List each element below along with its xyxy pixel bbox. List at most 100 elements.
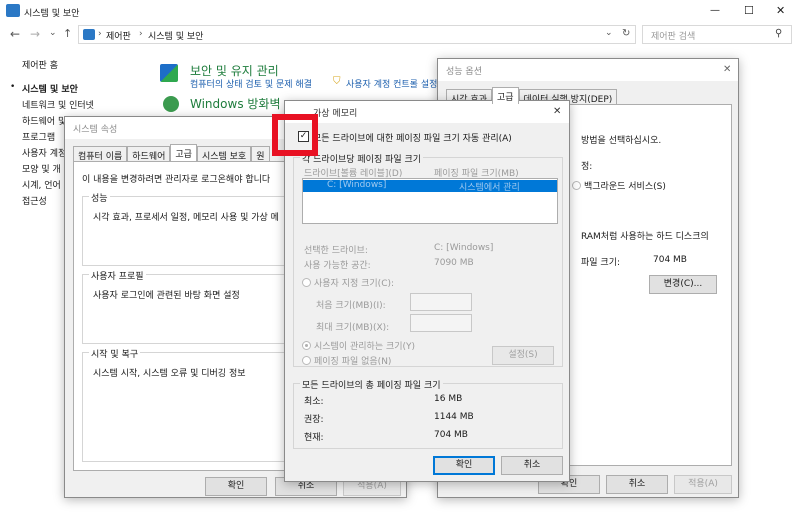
uac-shield-icon: ⛉ bbox=[333, 76, 341, 87]
close-button[interactable]: ✕ bbox=[776, 4, 785, 17]
search-icon: ⚲ bbox=[775, 28, 783, 39]
maximize-button[interactable]: ☐ bbox=[744, 4, 754, 17]
virtual-memory-desc: RAM처럼 사용하는 하드 디스크의 bbox=[581, 232, 709, 242]
background-services-radio-icon[interactable] bbox=[572, 181, 581, 190]
initial-size-label: 처음 크기(MB)(I): bbox=[316, 301, 386, 311]
tab-hardware[interactable]: 하드웨어 bbox=[127, 146, 171, 162]
forward-arrow-icon[interactable]: → bbox=[30, 27, 40, 41]
breadcrumb-separator-icon: › bbox=[139, 29, 143, 39]
paging-size-label: 파일 크기: bbox=[581, 258, 621, 268]
tab-perf-advanced[interactable]: 고급 bbox=[491, 87, 519, 104]
performance-options-cancel-button[interactable]: 취소 bbox=[606, 475, 668, 494]
security-flag-icon bbox=[160, 64, 178, 82]
uac-settings-link[interactable]: 사용자 계정 컨트롤 설정 bbox=[346, 77, 437, 90]
refresh-icon[interactable]: ↻ bbox=[622, 28, 630, 39]
sidebar-item-network[interactable]: 네트워크 및 인터넷 bbox=[22, 98, 94, 111]
total-paging-group: 모든 드라이브의 총 페이징 파일 크기 최소: 16 MB 권장: 1144 … bbox=[293, 378, 563, 449]
firewall-globe-icon bbox=[163, 96, 179, 112]
background-services-label: 백그라운드 서비스(S) bbox=[584, 182, 666, 192]
custom-size-radio[interactable]: 사용자 지정 크기(C): bbox=[302, 276, 394, 289]
scheduling-label: 정: bbox=[581, 162, 593, 172]
system-managed-radio[interactable]: 시스템이 관리하는 크기(Y) bbox=[302, 339, 415, 352]
performance-options-title: 성능 옵션 bbox=[446, 67, 482, 77]
sidebar-item-accessibility[interactable]: 접근성 bbox=[22, 194, 47, 207]
set-button[interactable]: 설정(S) bbox=[492, 346, 554, 365]
security-review-link[interactable]: 컴퓨터의 상태 검토 및 문제 해결 bbox=[190, 77, 312, 90]
no-paging-radio[interactable]: 페이징 파일 없음(N) bbox=[302, 354, 391, 367]
available-space-value: 7090 MB bbox=[434, 258, 474, 268]
sidebar-item-hardware[interactable]: 하드웨어 및 bbox=[22, 114, 66, 127]
initial-size-input[interactable] bbox=[410, 293, 472, 311]
no-paging-radio-icon[interactable] bbox=[302, 356, 311, 365]
change-button[interactable]: 변경(C)... bbox=[649, 275, 717, 294]
drive-row-name: C: [Windows] bbox=[327, 180, 387, 190]
system-managed-radio-icon[interactable] bbox=[302, 341, 311, 350]
sidebar-item-appearance[interactable]: 모양 및 개 bbox=[22, 162, 61, 175]
search-box[interactable]: 제어판 검색 ⚲ bbox=[642, 25, 792, 44]
minimize-button[interactable]: — bbox=[710, 5, 720, 16]
address-panel-icon bbox=[83, 29, 95, 40]
search-input[interactable]: 제어판 검색 bbox=[651, 29, 695, 42]
sidebar-current-bullet-icon: • bbox=[10, 82, 16, 92]
performance-label: 성능 bbox=[89, 191, 110, 204]
address-dropdown-icon[interactable]: ⌄ bbox=[605, 28, 613, 38]
tab-remote[interactable]: 원 bbox=[251, 146, 270, 162]
per-drive-label: 각 드라이브당 페이징 파일 크기 bbox=[300, 152, 424, 165]
sidebar-item-programs[interactable]: 프로그램 bbox=[22, 130, 55, 143]
up-arrow-icon[interactable]: ↑ bbox=[63, 27, 72, 40]
available-space-label: 사용 가능한 공간: bbox=[304, 261, 371, 271]
performance-desc: 시각 효과, 프로세서 일정, 메모리 사용 및 가상 메 bbox=[93, 213, 279, 223]
breadcrumb-control-panel[interactable]: 제어판 bbox=[106, 29, 131, 42]
window-title: 시스템 및 보안 bbox=[24, 9, 80, 19]
minimum-value: 16 MB bbox=[434, 394, 463, 404]
paging-size-value: 704 MB bbox=[653, 255, 687, 265]
address-box[interactable]: › 제어판 › 시스템 및 보안 ⌄ ↻ bbox=[78, 25, 636, 44]
virtual-memory-cancel-button[interactable]: 취소 bbox=[501, 456, 563, 475]
sidebar-item-home[interactable]: 제어판 홈 bbox=[22, 58, 58, 71]
control-panel-icon bbox=[6, 4, 20, 17]
virtual-memory-close-icon[interactable]: ✕ bbox=[553, 106, 561, 117]
performance-options-apply-button[interactable]: 적용(A) bbox=[674, 475, 732, 494]
custom-size-label: 사용자 지정 크기(C): bbox=[314, 279, 395, 289]
sidebar-item-clock-language[interactable]: 시계, 언어 bbox=[22, 178, 61, 191]
user-profile-desc: 사용자 로그인에 관련된 바탕 화면 설정 bbox=[93, 291, 240, 301]
startup-recovery-label: 시작 및 복구 bbox=[89, 347, 141, 360]
system-properties-ok-button[interactable]: 확인 bbox=[205, 477, 267, 496]
current-label: 현재: bbox=[304, 433, 324, 443]
minimum-label: 최소: bbox=[304, 397, 324, 407]
tab-computer-name[interactable]: 컴퓨터 이름 bbox=[73, 146, 128, 162]
current-value: 704 MB bbox=[434, 430, 468, 440]
tab-system-protection[interactable]: 시스템 보호 bbox=[196, 146, 252, 162]
virtual-memory-ok-button[interactable]: 확인 bbox=[433, 456, 495, 475]
total-paging-label: 모든 드라이브의 총 페이징 파일 크기 bbox=[300, 378, 443, 391]
firewall-title[interactable]: Windows 방화벽 bbox=[190, 95, 281, 112]
recommended-label: 권장: bbox=[304, 415, 324, 425]
recent-chevron-icon[interactable]: ⌄ bbox=[49, 28, 57, 38]
navigation-bar: ← → ⌄ ↑ › 제어판 › 시스템 및 보안 ⌄ ↻ 제어판 검색 ⚲ bbox=[0, 24, 800, 46]
drive-list[interactable]: C: [Windows] 시스템에서 관리 bbox=[302, 178, 558, 224]
performance-options-close-icon[interactable]: ✕ bbox=[723, 64, 731, 75]
scheduling-desc: 방법을 선택하십시오. bbox=[581, 136, 662, 146]
per-drive-group: 각 드라이브당 페이징 파일 크기 드라이브[볼륨 레이블](D) 페이징 파일… bbox=[293, 152, 563, 367]
sidebar-item-system-security[interactable]: 시스템 및 보안 bbox=[22, 82, 78, 95]
drive-row-size: 시스템에서 관리 bbox=[459, 183, 520, 193]
max-size-label: 최대 크기(MB)(X): bbox=[316, 323, 390, 333]
virtual-memory-title: 가상 메모리 bbox=[313, 109, 358, 119]
system-properties-title: 시스템 속성 bbox=[73, 125, 118, 135]
back-arrow-icon[interactable]: ← bbox=[10, 27, 20, 41]
selected-drive-value: C: [Windows] bbox=[434, 243, 494, 253]
max-size-input[interactable] bbox=[410, 314, 472, 332]
tab-advanced[interactable]: 고급 bbox=[170, 144, 197, 161]
user-profile-label: 사용자 프로필 bbox=[89, 269, 146, 282]
custom-size-radio-icon[interactable] bbox=[302, 278, 311, 287]
performance-options-title-bar: 성능 옵션 ✕ bbox=[438, 59, 738, 81]
selected-drive-label: 선택한 드라이브: bbox=[304, 246, 368, 256]
admin-note: 이 내용을 변경하려면 관리자로 로그온해야 합니다 bbox=[82, 175, 271, 185]
drive-list-row[interactable]: C: [Windows] 시스템에서 관리 bbox=[303, 180, 557, 193]
auto-manage-label[interactable]: 모든 드라이브에 대한 페이징 파일 크기 자동 관리(A) bbox=[313, 131, 512, 144]
breadcrumb-system-security[interactable]: 시스템 및 보안 bbox=[148, 29, 203, 42]
sidebar-item-user-accounts[interactable]: 사용자 계정 bbox=[22, 146, 66, 159]
background-services-radio[interactable]: 백그라운드 서비스(S) bbox=[572, 179, 666, 192]
virtual-memory-title-bar: 가상 메모리 ✕ bbox=[285, 101, 569, 123]
startup-recovery-desc: 시스템 시작, 시스템 오류 및 디버깅 정보 bbox=[93, 369, 246, 379]
